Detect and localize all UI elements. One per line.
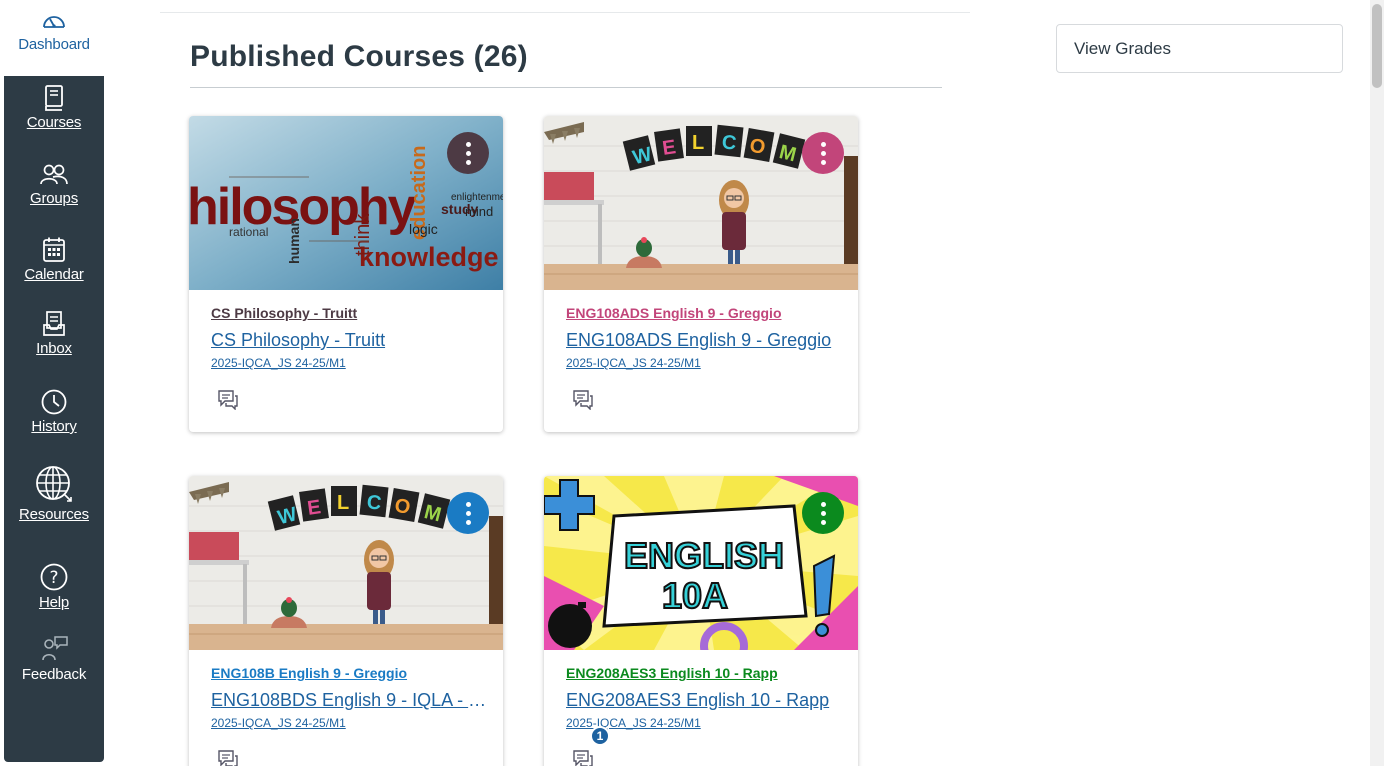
nav-courses-label: Courses [26, 114, 82, 131]
course-name-link[interactable]: ENG208AES3 English 10 - Rapp [566, 690, 846, 711]
course-term: 2025-IQCA_JS 24-25/M1 [566, 716, 701, 730]
svg-text:L: L [337, 492, 349, 514]
nav-history-label: History [31, 418, 77, 435]
svg-text:human: human [286, 218, 302, 264]
calendar-icon [43, 237, 65, 262]
scrollbar-thumb[interactable] [1372, 4, 1382, 88]
course-card[interactable]: hilosophy knowledge education think huma… [189, 116, 503, 432]
nav-groups[interactable]: Groups [4, 162, 104, 207]
nav-feedback-label: Feedback [21, 666, 87, 683]
svg-text:rational: rational [229, 225, 268, 239]
course-short-name[interactable]: ENG108ADS English 9 - Greggio [566, 305, 782, 321]
svg-text:mind: mind [465, 204, 493, 219]
scrollbar-track[interactable] [1370, 0, 1384, 766]
card-options-button[interactable] [802, 132, 844, 174]
svg-text:C: C [366, 491, 383, 514]
course-short-name[interactable]: CS Philosophy - Truitt [211, 305, 357, 321]
svg-text:enlightenment: enlightenment [451, 192, 503, 203]
course-name-link[interactable]: CS Philosophy - Truitt [211, 330, 491, 351]
resources-globe-icon [36, 466, 72, 502]
page-title: Published Courses (26) [190, 40, 528, 73]
svg-text:knowledge: knowledge [359, 242, 499, 272]
courses-icon [45, 85, 63, 111]
course-short-name[interactable]: ENG108B English 9 - Greggio [211, 665, 407, 681]
nav-calendar-label: Calendar [24, 266, 84, 283]
nav-help-label: Help [38, 594, 70, 611]
nav-history[interactable]: History [4, 388, 104, 435]
course-term: 2025-IQCA_JS 24-25/M1 [211, 716, 346, 730]
course-card[interactable]: W E L C O M [189, 476, 503, 766]
global-navigation: Dashboard Courses Groups Calendar Inbox … [4, 0, 104, 762]
discussions-icon[interactable] [572, 748, 594, 766]
inbox-icon [43, 311, 65, 336]
svg-text:?: ? [49, 568, 58, 588]
title-divider [190, 87, 942, 88]
course-term: 2025-IQCA_JS 24-25/M1 [211, 356, 346, 370]
svg-text:logic: logic [409, 221, 438, 237]
course-short-name[interactable]: ENG208AES3 English 10 - Rapp [566, 665, 778, 681]
view-grades-button[interactable]: View Grades [1056, 24, 1343, 73]
course-card[interactable]: W E L C O M [544, 116, 858, 432]
svg-text:10A: 10A [662, 575, 728, 616]
nav-inbox[interactable]: Inbox [4, 310, 104, 357]
nav-feedback[interactable]: Feedback [4, 634, 104, 683]
svg-text:think: think [352, 213, 374, 256]
course-name-link[interactable]: ENG108BDS English 9 - IQLA - Greggio [211, 690, 491, 711]
canvas-dashboard: Dashboard Courses Groups Calendar Inbox … [0, 0, 1384, 766]
history-icon [41, 389, 67, 415]
course-term: 2025-IQCA_JS 24-25/M1 [566, 356, 701, 370]
svg-text:L: L [692, 132, 704, 154]
nav-resources[interactable]: Resources [4, 464, 104, 523]
card-options-button[interactable] [802, 492, 844, 534]
feedback-icon [42, 636, 68, 661]
groups-icon [40, 164, 68, 185]
kebab-icon [820, 501, 826, 525]
card-options-button[interactable] [447, 132, 489, 174]
nav-courses[interactable]: Courses [4, 84, 104, 131]
svg-text:hilosophy: hilosophy [189, 178, 417, 236]
course-name-link[interactable]: ENG108ADS English 9 - Greggio [566, 330, 846, 351]
nav-dashboard-label: Dashboard [18, 36, 90, 53]
help-icon: ? [40, 563, 68, 591]
discussions-icon[interactable] [217, 748, 239, 766]
nav-groups-label: Groups [30, 190, 78, 207]
dashboard-icon [43, 16, 65, 28]
svg-text:C: C [721, 131, 738, 154]
svg-text:ENGLISH: ENGLISH [624, 535, 784, 576]
top-divider [160, 12, 970, 13]
unread-count-badge: 1 [590, 726, 610, 746]
discussions-icon[interactable] [572, 388, 594, 410]
kebab-icon [465, 501, 471, 525]
nav-resources-label: Resources [19, 506, 89, 523]
course-card[interactable]: ENGLISH 10A ENG208AES3 English 10 - Rapp… [544, 476, 858, 766]
nav-dashboard[interactable]: Dashboard [4, 8, 104, 53]
kebab-icon [465, 141, 471, 165]
nav-calendar[interactable]: Calendar [4, 236, 104, 283]
card-options-button[interactable] [447, 492, 489, 534]
kebab-icon [820, 141, 826, 165]
nav-inbox-label: Inbox [36, 340, 72, 357]
nav-help[interactable]: ? Help [4, 562, 104, 611]
discussions-icon[interactable] [217, 388, 239, 410]
